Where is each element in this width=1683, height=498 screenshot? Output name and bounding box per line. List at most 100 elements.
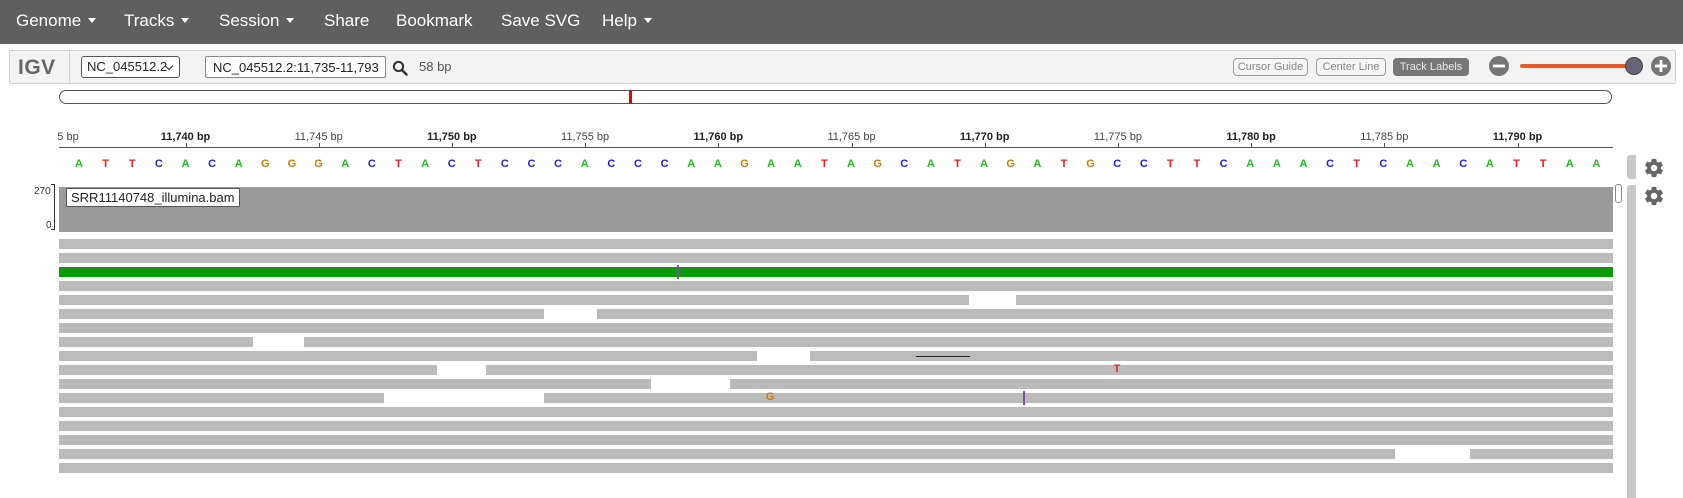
menu-tracks[interactable]: Tracks — [124, 0, 190, 44]
reference-base: A — [926, 158, 935, 170]
aligned-read[interactable] — [59, 337, 253, 347]
aligned-read[interactable] — [59, 309, 544, 319]
menu-share-label: Share — [324, 11, 370, 30]
reference-base: T — [1513, 158, 1520, 170]
aligned-read[interactable] — [597, 309, 1613, 319]
cursor-guide-toggle[interactable]: Cursor Guide — [1233, 58, 1308, 76]
aligned-read[interactable] — [59, 281, 1613, 291]
ruler-label: 11,765 bp — [827, 131, 876, 143]
reference-base: T — [820, 158, 828, 170]
gear-icon[interactable] — [1643, 157, 1665, 179]
aligned-read[interactable] — [59, 407, 1613, 417]
ruler-tick — [851, 143, 853, 148]
ruler-tick — [984, 143, 986, 148]
aligned-read[interactable] — [59, 253, 1613, 263]
reference-base: T — [474, 158, 482, 170]
aligned-read[interactable] — [59, 267, 1613, 277]
reference-base: T — [1539, 158, 1547, 170]
reference-base: G — [287, 158, 297, 170]
igv-logo: IGV — [18, 56, 56, 79]
aligned-read[interactable] — [730, 379, 1613, 389]
reference-base: C — [634, 158, 642, 170]
reference-base: C — [1379, 158, 1388, 170]
ruler-label: 11,770 bp — [959, 131, 1010, 143]
menu-session[interactable]: Session — [219, 0, 295, 44]
reference-base: C — [1219, 158, 1228, 170]
reference-base: A — [1033, 158, 1042, 170]
caret-down-icon — [643, 18, 652, 23]
insertion-marker[interactable] — [677, 265, 679, 279]
track-labels-toggle[interactable]: Track Labels — [1393, 58, 1469, 76]
reference-base: T — [1060, 158, 1068, 170]
reference-base: C — [900, 158, 909, 170]
ruler-tick — [1251, 143, 1253, 148]
menu-genome[interactable]: Genome — [16, 0, 97, 44]
aligned-read[interactable] — [59, 393, 384, 403]
mismatch-base: T — [1113, 363, 1121, 375]
menu-help[interactable]: Help — [602, 0, 652, 44]
reference-base: C — [447, 158, 456, 170]
ruler-tick — [1117, 143, 1119, 148]
menu-share[interactable]: Share — [324, 0, 369, 44]
aligned-read[interactable] — [59, 295, 969, 305]
caret-down-icon — [88, 18, 97, 23]
reference-base: A — [1592, 158, 1601, 170]
coverage-range-min: 0 — [46, 220, 52, 231]
scrollbar-thumb[interactable] — [1615, 184, 1622, 203]
reference-base: A — [1246, 158, 1255, 170]
insertion-marker[interactable] — [1023, 391, 1025, 405]
reference-base: T — [1193, 158, 1201, 170]
zoom-slider-track[interactable] — [1520, 64, 1636, 68]
reference-base: A — [1272, 158, 1281, 170]
reference-base: C — [500, 158, 509, 170]
aligned-read[interactable] — [59, 323, 1613, 333]
menu-save-svg[interactable]: Save SVG — [501, 0, 580, 44]
locus-search-input[interactable] — [205, 56, 386, 78]
aligned-read[interactable] — [59, 463, 1613, 473]
ruler-label: 11,780 bp — [1226, 131, 1276, 143]
aligned-read[interactable] — [59, 379, 651, 389]
aligned-read[interactable] — [486, 365, 1613, 375]
aligned-read[interactable] — [59, 421, 1613, 431]
aligned-read[interactable] — [59, 449, 1395, 459]
gear-icon[interactable] — [1643, 185, 1665, 207]
aligned-read[interactable] — [970, 351, 1613, 361]
aligned-read[interactable] — [59, 351, 757, 361]
reference-base: A — [1485, 158, 1494, 170]
chromosome-select[interactable]: NC_045512.2 — [81, 56, 180, 78]
sequence-track-scrollbar — [1627, 155, 1636, 179]
coverage-range-max: 270 — [34, 186, 51, 197]
reference-base: C — [527, 158, 536, 170]
ruler-line — [59, 147, 1613, 148]
menu-help-label: Help — [602, 11, 637, 30]
reference-base: A — [793, 158, 802, 170]
chromosome-ideogram[interactable] — [59, 90, 1612, 104]
zoom-in-icon[interactable] — [1650, 55, 1672, 77]
aligned-read[interactable] — [59, 239, 1613, 249]
center-line-toggle[interactable]: Center Line — [1316, 58, 1386, 76]
ruler-tick — [585, 143, 587, 148]
zoom-out-icon[interactable] — [1488, 55, 1510, 77]
aligned-read[interactable] — [544, 393, 1613, 403]
aligned-read[interactable] — [304, 337, 1613, 347]
search-icon[interactable] — [392, 60, 408, 76]
reference-base: G — [873, 158, 882, 170]
reference-base: T — [128, 158, 136, 170]
reference-base: G — [261, 158, 270, 170]
ruler-label: 11,740 bp — [160, 131, 211, 143]
aligned-read[interactable] — [59, 365, 437, 375]
zoom-slider-handle[interactable] — [1625, 57, 1643, 75]
aligned-read[interactable] — [1470, 449, 1613, 459]
reference-base: G — [740, 158, 749, 170]
aligned-read[interactable] — [1016, 295, 1613, 305]
reference-base: C — [607, 158, 616, 170]
menu-bookmark[interactable]: Bookmark — [396, 0, 473, 44]
menu-bookmark-label: Bookmark — [396, 11, 473, 30]
reference-base: G — [1006, 158, 1015, 170]
ruler-label: 11,790 bp — [1492, 131, 1543, 143]
aligned-read[interactable] — [59, 435, 1613, 445]
coverage-track — [59, 187, 1613, 232]
reference-base: C — [367, 158, 376, 170]
reference-base: C — [1113, 158, 1122, 170]
alignment-track-scrollbar[interactable] — [1627, 185, 1636, 498]
